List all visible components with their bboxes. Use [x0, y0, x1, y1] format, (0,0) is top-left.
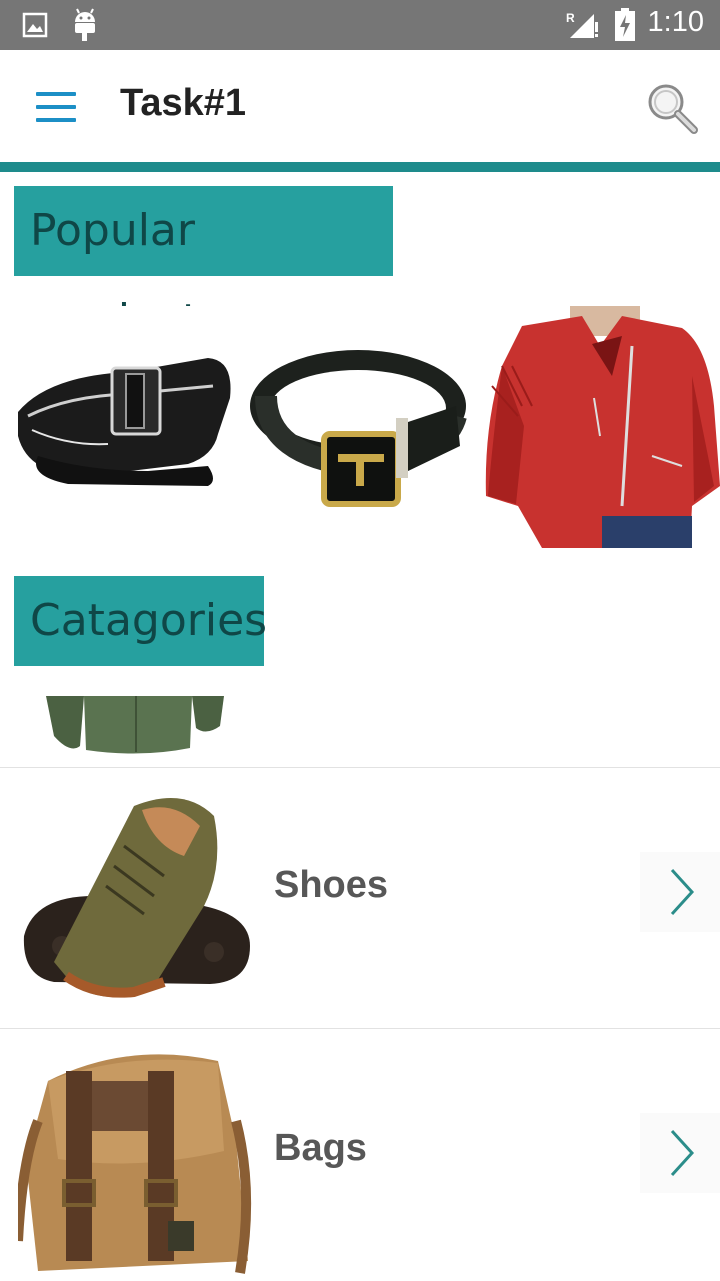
- categories-heading: Catagories: [14, 576, 267, 666]
- menu-icon[interactable]: [36, 92, 76, 122]
- popular-products-heading: Popular products: [14, 186, 393, 346]
- android-icon: [75, 8, 95, 41]
- app-bar-divider: [0, 162, 720, 172]
- chevron-right-icon: [640, 852, 720, 932]
- page-title: Task#1: [120, 82, 247, 124]
- category-label-bags: Bags: [274, 1127, 367, 1169]
- battery-charging-icon: [615, 8, 635, 41]
- image-icon: [22, 12, 48, 38]
- status-bar: R 1:10: [0, 0, 720, 50]
- shirt-image[interactable]: [40, 696, 230, 758]
- signal-icon: R: [566, 11, 598, 38]
- belt-with-buckle-image[interactable]: [246, 306, 472, 548]
- red-leather-jacket-image[interactable]: [482, 306, 720, 548]
- category-row-shoes[interactable]: Shoes: [0, 767, 720, 1028]
- status-time: 1:10: [647, 6, 704, 38]
- belt-image[interactable]: [8, 306, 236, 548]
- search-icon[interactable]: [644, 80, 700, 136]
- svg-text:R: R: [566, 11, 575, 25]
- category-label-shoes: Shoes: [274, 864, 389, 906]
- chevron-right-icon: [640, 1113, 720, 1193]
- category-row-bags[interactable]: Bags: [0, 1028, 720, 1281]
- shoe-image: [14, 786, 256, 1012]
- bag-image: [18, 1041, 254, 1281]
- app-bar: [0, 50, 720, 162]
